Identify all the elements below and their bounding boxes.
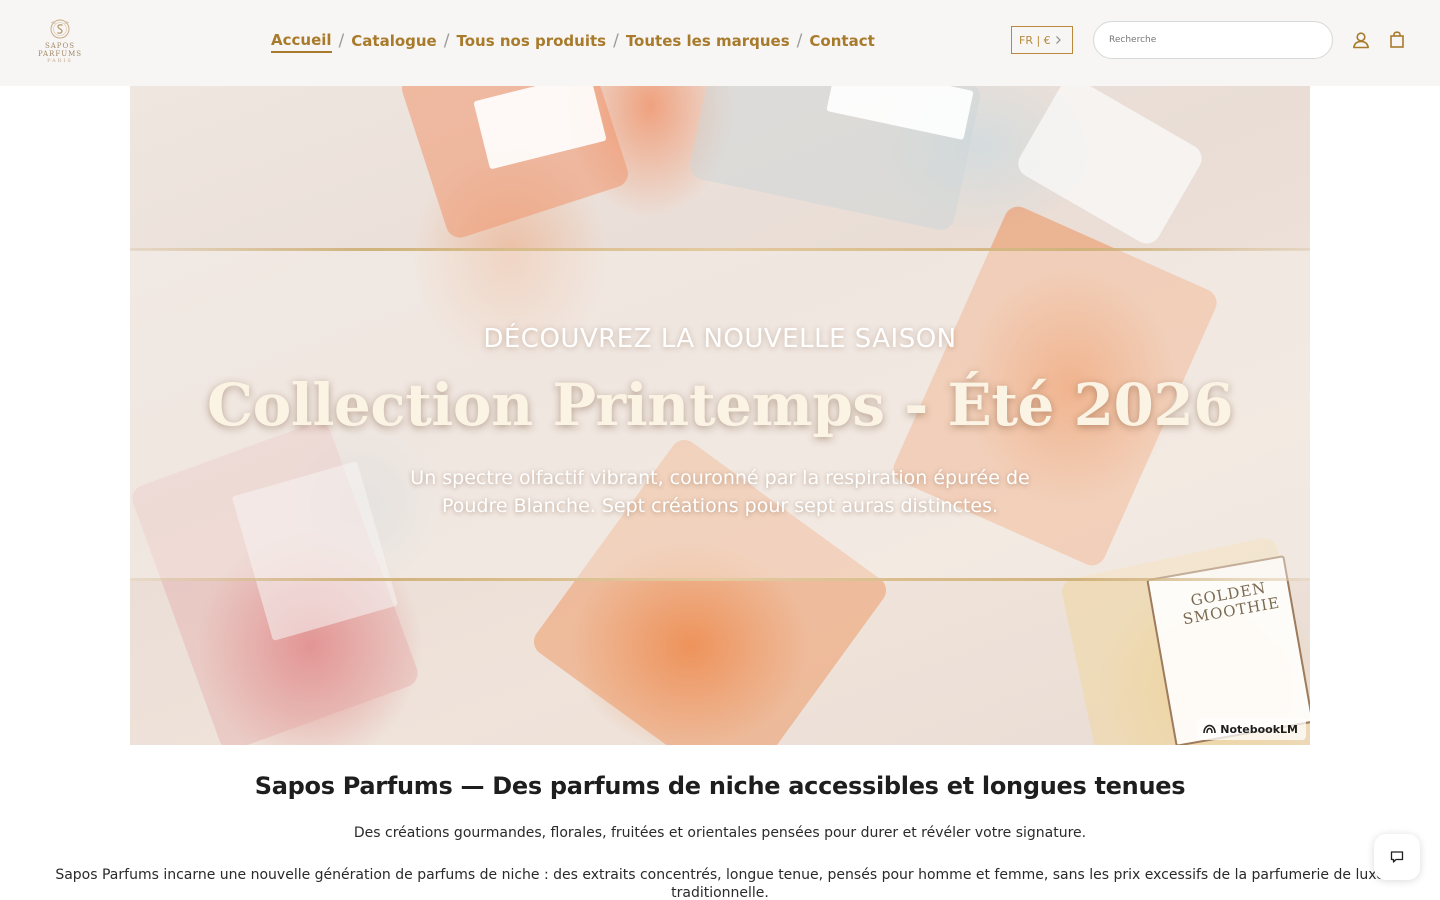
nav-separator: /	[796, 31, 803, 51]
search-box[interactable]	[1093, 21, 1333, 59]
shopping-bag-icon[interactable]	[1387, 30, 1407, 50]
chat-bubble-icon	[1390, 851, 1404, 863]
nav-item-catalogue[interactable]: Catalogue	[351, 30, 436, 52]
site-logo[interactable]: SAPOS PARFUMS PARIS	[30, 18, 90, 64]
intro-title: Sapos Parfums — Des parfums de niche acc…	[254, 772, 1186, 800]
hero-eyebrow: DÉCOUVREZ LA NOUVELLE SAISON	[483, 324, 957, 354]
logo-emblem-icon	[50, 19, 70, 39]
logo-text: SAPOS PARFUMS	[37, 42, 83, 58]
nav-separator: /	[613, 31, 619, 51]
hero-subtitle-line: Un spectre olfactif vibrant, couronné pa…	[410, 467, 1030, 489]
locale-currency-label: FR | €	[1019, 33, 1051, 47]
site-header: SAPOS PARFUMS PARIS Accueil / Catalogue …	[0, 0, 1440, 86]
nav-item-contact[interactable]: Contact	[809, 30, 874, 52]
notebooklm-icon	[1203, 724, 1217, 734]
notebooklm-watermark: NotebookLM	[1197, 718, 1306, 740]
nav-item-accueil[interactable]: Accueil	[271, 29, 332, 53]
hero-divider-bottom	[130, 578, 1310, 581]
hero-subtitle: Un spectre olfactif vibrant, couronné pa…	[130, 464, 1310, 520]
chevron-right-icon	[1056, 36, 1061, 44]
chat-widget-button[interactable]	[1374, 834, 1420, 880]
hero-divider-top	[130, 248, 1310, 251]
hero-subtitle-line: Poudre Blanche. Sept créations pour sept…	[441, 495, 999, 517]
account-icon[interactable]	[1351, 30, 1371, 50]
hero-banner[interactable]: DÉCOUVREZ LA NOUVELLE SAISON Collection …	[130, 86, 1310, 745]
logo-subtext: PARIS	[47, 58, 73, 64]
locale-currency-selector[interactable]: FR | €	[1011, 26, 1073, 54]
intro-subtitle: Des créations gourmandes, florales, frui…	[353, 825, 1087, 841]
main-navigation: Accueil / Catalogue / Tous nos produits …	[271, 28, 875, 54]
nav-item-tous-nos-produits[interactable]: Tous nos produits	[456, 30, 606, 52]
nav-separator: /	[338, 31, 345, 51]
watermark-text: NotebookLM	[1220, 722, 1298, 736]
nav-separator: /	[443, 31, 450, 51]
intro-body: Sapos Parfums incarne une nouvelle génér…	[55, 867, 1385, 900]
nav-item-toutes-les-marques[interactable]: Toutes les marques	[626, 30, 790, 52]
search-input[interactable]	[1094, 22, 1332, 58]
hero-title: Collection Printemps - Été 2026	[206, 371, 1234, 439]
